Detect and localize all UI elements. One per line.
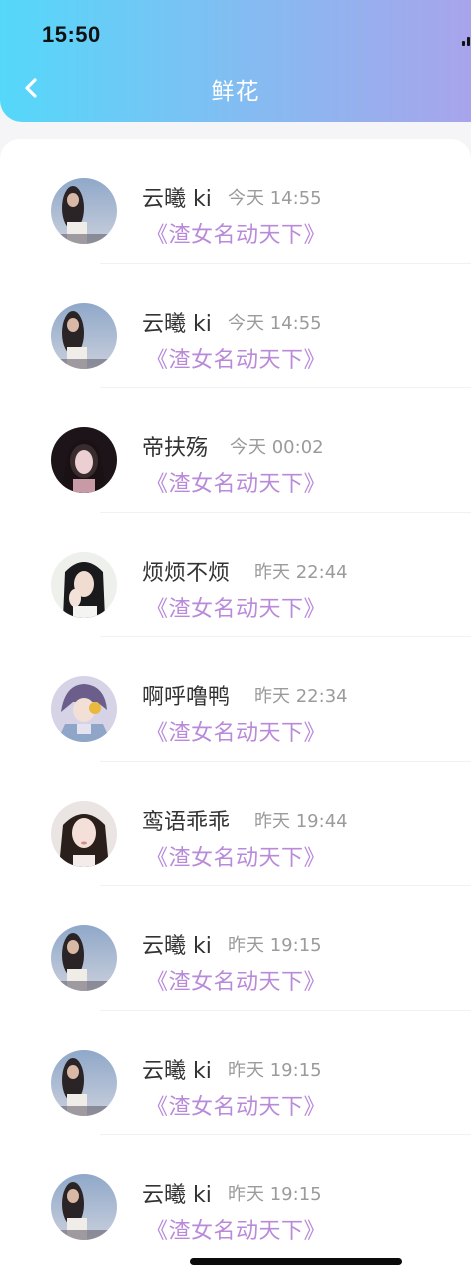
avatar[interactable] [51, 800, 117, 867]
avatar[interactable] [51, 925, 117, 991]
gift-book-title[interactable]: 《渣女名动天下》 [146, 1089, 326, 1121]
sent-time: 昨天 19:15 [228, 935, 322, 956]
list-item[interactable]: 帝扶殇 今天 00:02 《渣女名动天下》 [0, 388, 471, 513]
sender-name: 烦烦不烦 [142, 560, 231, 586]
sender-name: 云曦 ki [142, 311, 212, 337]
sender-name: 云曦 ki [142, 1058, 212, 1084]
sender-name: 帝扶殇 [142, 436, 209, 461]
gift-book-title[interactable]: 《渣女名动天下》 [146, 715, 326, 747]
signal-icon [462, 36, 471, 46]
home-indicator[interactable] [190, 1258, 402, 1265]
sent-time: 今天 14:55 [228, 188, 322, 209]
girl-sky-avatar [51, 1174, 117, 1240]
girl-sky-avatar [51, 178, 117, 244]
gift-book-title[interactable]: 《渣女名动天下》 [146, 342, 326, 374]
list-item[interactable]: 云曦 ki 今天 14:55 《渣女名动天下》 [0, 139, 471, 264]
sent-time: 昨天 19:15 [228, 1059, 322, 1081]
gift-book-title[interactable]: 《渣女名动天下》 [146, 840, 326, 872]
avatar[interactable] [51, 1174, 117, 1240]
sent-time: 昨天 19:44 [254, 810, 348, 832]
sent-time: 昨天 22:34 [254, 686, 348, 707]
avatar[interactable] [51, 427, 117, 493]
status-bar-time: 15:50 [42, 22, 101, 47]
sent-time: 今天 00:02 [230, 437, 324, 458]
dark-hair-pink-avatar [51, 427, 117, 493]
gift-book-title[interactable]: 《渣女名动天下》 [146, 466, 326, 498]
avatar[interactable] [51, 1049, 117, 1116]
list-item[interactable]: 云曦 ki 昨天 19:15 《渣女名动天下》 [0, 1135, 471, 1260]
list-item[interactable]: 啊呼噜鸭 昨天 22:34 《渣女名动天下》 [0, 637, 471, 762]
list-item[interactable]: 云曦 ki 昨天 19:15 《渣女名动天下》 [0, 1011, 471, 1136]
sent-time: 昨天 19:15 [228, 1184, 322, 1205]
gift-book-title[interactable]: 《渣女名动天下》 [146, 591, 326, 623]
sender-name: 云曦 ki [142, 1183, 212, 1208]
sender-name: 云曦 ki [142, 187, 212, 212]
sender-name: 啊呼噜鸭 [142, 685, 231, 710]
girl-hand-avatar [51, 551, 117, 618]
girl-portrait-avatar [51, 800, 117, 867]
gift-book-title[interactable]: 《渣女名动天下》 [146, 1213, 326, 1245]
list-item[interactable]: 云曦 ki 今天 14:55 《渣女名动天下》 [0, 264, 471, 389]
anime-boy-avatar [51, 676, 117, 742]
gift-book-title[interactable]: 《渣女名动天下》 [146, 964, 326, 996]
list-item[interactable]: 烦烦不烦 昨天 22:44 《渣女名动天下》 [0, 513, 471, 638]
sender-name: 鸾语乖乖 [142, 809, 231, 835]
list-item[interactable]: 云曦 ki 昨天 19:15 《渣女名动天下》 [0, 886, 471, 1011]
avatar[interactable] [51, 676, 117, 742]
sender-name: 云曦 ki [142, 934, 212, 959]
page-title: 鲜花 [211, 79, 260, 105]
gift-book-title[interactable]: 《渣女名动天下》 [146, 217, 326, 249]
flower-record-list: 云曦 ki 今天 14:55 《渣女名动天下》 云曦 ki 今天 14:55 《… [0, 139, 471, 1280]
sent-time: 昨天 22:44 [254, 561, 348, 583]
avatar[interactable] [51, 551, 117, 618]
girl-sky-avatar [51, 925, 117, 991]
sent-time: 今天 14:55 [228, 312, 322, 334]
avatar[interactable] [51, 302, 117, 369]
avatar[interactable] [51, 178, 117, 244]
girl-sky-avatar [51, 302, 117, 369]
list-item[interactable]: 鸾语乖乖 昨天 19:44 《渣女名动天下》 [0, 762, 471, 887]
girl-sky-avatar [51, 1049, 117, 1116]
top-nav-bar: 15:50 鲜花 [0, 0, 471, 122]
